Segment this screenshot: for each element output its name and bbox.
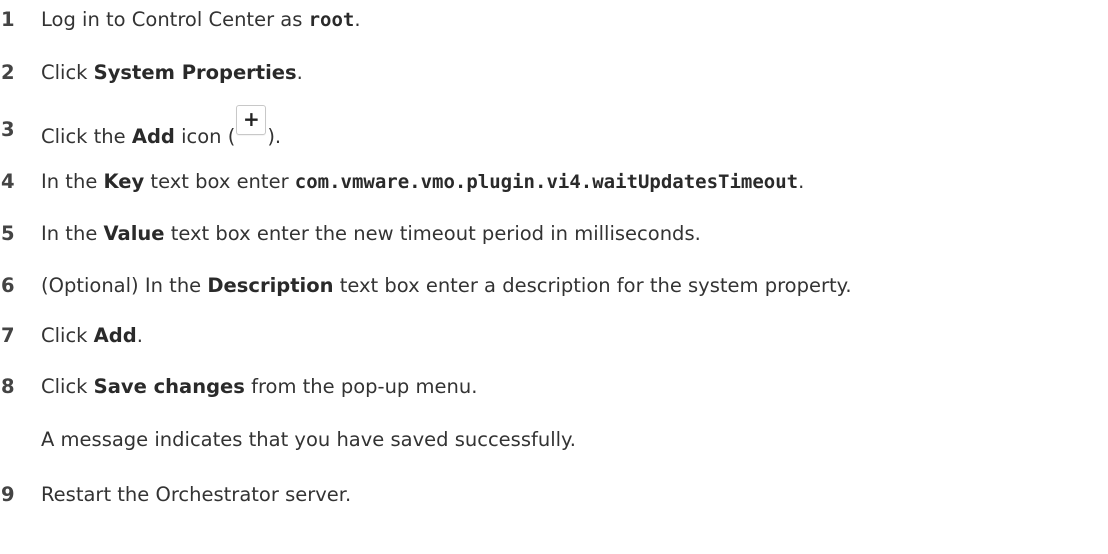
step-number: 7	[1, 324, 15, 347]
ui-term-save-changes: Save changes	[93, 375, 245, 398]
ui-term-system-properties: System Properties	[93, 61, 297, 84]
step-3: 3 Click the Add icon ( +).	[0, 105, 1108, 148]
step-text-mid: text box enter	[144, 170, 295, 193]
step-number: 8	[1, 375, 15, 398]
step-5: 5 In the Value text box enter the new ti…	[0, 219, 1108, 249]
step-text: In the Value text box enter the new time…	[41, 219, 701, 249]
step-2: 2 Click System Properties.	[0, 58, 1108, 88]
code-root: root	[308, 9, 355, 31]
step-1: 1 Log in to Control Center as root.	[0, 5, 1108, 35]
step-8-result: A message indicates that you have saved …	[41, 428, 577, 451]
step-number: 1	[1, 8, 15, 31]
step-text: Click Add.	[41, 321, 143, 351]
step-8: 8 Click Save changes from the pop-up men…	[0, 372, 1108, 402]
step-6: 6 (Optional) In the Description text box…	[0, 271, 1108, 301]
step-text: (Optional) In the Description text box e…	[41, 271, 852, 301]
step-text-pre: In the	[41, 170, 104, 193]
step-text-pre: Log in to Control Center as	[41, 8, 309, 31]
step-text-post: .	[354, 8, 361, 31]
step-number: 3	[1, 118, 15, 141]
step-text-post: .	[136, 324, 143, 347]
plus-icon: +	[236, 105, 267, 135]
step-7: 7 Click Add.	[0, 321, 1108, 351]
step-text: In the Key text box enter com.vmware.vmo…	[41, 167, 804, 197]
step-text: Log in to Control Center as root.	[41, 5, 361, 35]
ui-term-add: Add	[93, 324, 137, 347]
step-text-pre: Click the	[41, 125, 132, 148]
step-text: Click Save changes from the pop-up menu.	[41, 372, 477, 402]
step-text: Click System Properties.	[41, 58, 303, 88]
plus-glyph: +	[242, 107, 260, 131]
step-number: 2	[1, 61, 15, 84]
step-text-post: text box enter a description for the sys…	[333, 274, 852, 297]
ui-term-add: Add	[131, 125, 175, 148]
step-text-pre: In the	[41, 222, 104, 245]
step-number: 4	[1, 170, 15, 193]
step-text-pre: Click	[41, 324, 94, 347]
step-text-mid: icon (	[174, 125, 236, 148]
step-9: 9 Restart the Orchestrator server.	[0, 480, 1108, 510]
step-text-post: ).	[267, 125, 282, 148]
step-text-post: from the pop-up menu.	[244, 375, 478, 398]
step-text: Click the Add icon ( +).	[41, 105, 282, 152]
step-number: 6	[1, 274, 15, 297]
step-4: 4 In the Key text box enter com.vmware.v…	[0, 167, 1108, 197]
step-text: Restart the Orchestrator server.	[41, 483, 352, 506]
ui-term-key: Key	[103, 170, 145, 193]
step-text-pre: Click	[41, 61, 94, 84]
ui-term-description: Description	[207, 274, 334, 297]
ui-term-value: Value	[103, 222, 165, 245]
step-number: 9	[1, 483, 15, 506]
step-text-pre: (Optional) In the	[41, 274, 208, 297]
step-number: 5	[1, 222, 15, 245]
step-text-post: text box enter the new timeout period in…	[164, 222, 701, 245]
code-property-key: com.vmware.vmo.plugin.vi4.waitUpdatesTim…	[294, 171, 799, 193]
step-text-pre: Click	[41, 375, 94, 398]
step-text-post: .	[798, 170, 805, 193]
step-text-post: .	[296, 61, 303, 84]
